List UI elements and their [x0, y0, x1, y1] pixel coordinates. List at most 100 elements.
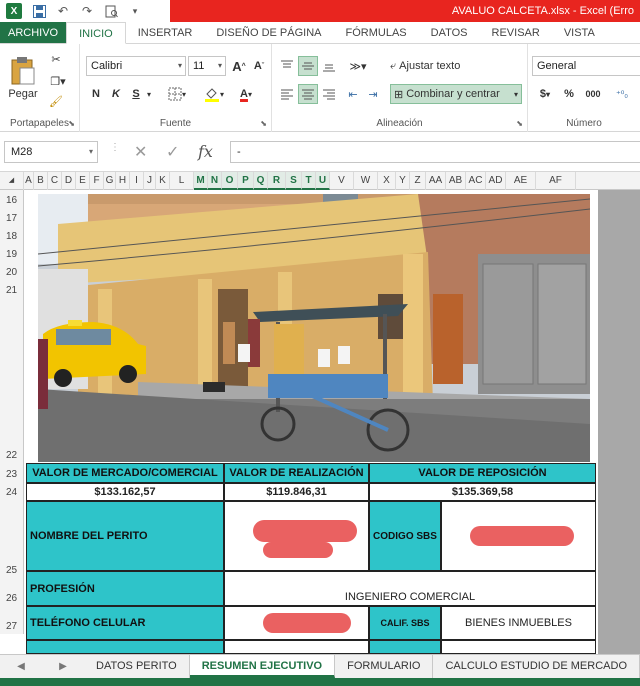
column-header[interactable]: S: [286, 172, 302, 190]
name-box[interactable]: M28 ▾: [4, 141, 98, 163]
column-header[interactable]: V: [330, 172, 354, 190]
row-header[interactable]: 19: [0, 244, 24, 262]
row-header[interactable]: 23: [0, 463, 24, 482]
next-row-label-2[interactable]: [369, 640, 441, 654]
row-header[interactable]: 16: [0, 190, 24, 208]
currency-button[interactable]: $ ▾: [534, 84, 556, 104]
paste-button[interactable]: Pegar: [6, 50, 40, 106]
column-header[interactable]: L: [170, 172, 194, 190]
column-header[interactable]: K: [156, 172, 170, 190]
realization-value[interactable]: $119.846,31: [224, 483, 369, 501]
column-header[interactable]: J: [144, 172, 156, 190]
column-header[interactable]: I: [130, 172, 144, 190]
save-icon[interactable]: [32, 4, 46, 18]
column-header[interactable]: M: [194, 172, 208, 190]
align-right-icon[interactable]: [320, 84, 338, 104]
orientation-icon[interactable]: ≫▾: [344, 56, 372, 76]
row-header[interactable]: 20: [0, 262, 24, 280]
align-left-icon[interactable]: [278, 84, 296, 104]
column-header[interactable]: C: [48, 172, 62, 190]
tab-diseno-pagina[interactable]: DISEÑO DE PÁGINA: [204, 22, 333, 43]
align-middle-icon[interactable]: [298, 56, 318, 76]
copy-icon[interactable]: ❐▾: [46, 72, 70, 90]
row-header[interactable]: 21: [0, 280, 24, 298]
prev-sheet-icon[interactable]: ◀: [17, 661, 25, 672]
cancel-icon[interactable]: ✕: [134, 142, 147, 162]
tab-formulas[interactable]: FÓRMULAS: [334, 22, 419, 43]
row-header[interactable]: 17: [0, 208, 24, 226]
font-launcher-icon[interactable]: ⬊: [260, 119, 267, 128]
sheet-tab-resumen-ejecutivo[interactable]: RESUMEN EJECUTIVO: [189, 655, 336, 678]
fill-color-icon[interactable]: ▾: [200, 84, 228, 104]
align-bottom-icon[interactable]: [320, 56, 338, 76]
thousands-button[interactable]: 000: [582, 84, 604, 104]
tab-datos[interactable]: DATOS: [419, 22, 480, 43]
column-header[interactable]: AA: [426, 172, 446, 190]
formula-input[interactable]: -: [230, 141, 640, 163]
column-header[interactable]: N: [208, 172, 222, 190]
font-name-select[interactable]: Calibri ▾: [86, 56, 186, 76]
replacement-value[interactable]: $135.369,58: [369, 483, 596, 501]
column-header[interactable]: AD: [486, 172, 506, 190]
profession-label[interactable]: PROFESIÓN: [26, 571, 224, 606]
merge-center-button[interactable]: ⊞ Combinar y centrar ▾: [390, 84, 522, 104]
enter-icon[interactable]: ✓: [166, 142, 179, 162]
sbs-code-value[interactable]: [441, 501, 596, 571]
column-header[interactable]: T: [302, 172, 316, 190]
expert-name-label[interactable]: NOMBRE DEL PERITO: [26, 501, 224, 571]
borders-icon[interactable]: ▾: [164, 84, 190, 104]
insert-function-icon[interactable]: fx: [198, 142, 213, 161]
column-header[interactable]: R: [268, 172, 286, 190]
font-color-icon[interactable]: A ▾: [232, 84, 260, 104]
next-row-value-2[interactable]: [441, 640, 596, 654]
row-header[interactable]: 24: [0, 482, 24, 500]
column-header[interactable]: A: [24, 172, 34, 190]
clipboard-launcher-icon[interactable]: ⬊: [68, 119, 75, 128]
expert-name-value[interactable]: [224, 501, 369, 571]
property-photo[interactable]: [38, 194, 590, 462]
column-header[interactable]: Q: [254, 172, 268, 190]
sheet-tab-calculo-estudio-mercado[interactable]: CALCULO ESTUDIO DE MERCADO: [433, 655, 640, 678]
decrease-indent-icon[interactable]: ⇤: [344, 84, 362, 104]
replacement-value-header[interactable]: VALOR DE REPOSICIÓN: [369, 463, 596, 483]
redo-icon[interactable]: ↷: [80, 4, 94, 18]
column-header[interactable]: D: [62, 172, 76, 190]
alignment-launcher-icon[interactable]: ⬊: [516, 119, 523, 128]
market-value-header[interactable]: VALOR DE MERCADO/COMERCIAL: [26, 463, 224, 483]
tab-inicio[interactable]: INICIO: [66, 22, 126, 44]
column-header[interactable]: H: [116, 172, 130, 190]
row-header[interactable]: 26: [0, 578, 24, 606]
next-sheet-icon[interactable]: ▶: [59, 661, 67, 672]
column-header[interactable]: O: [222, 172, 238, 190]
column-header[interactable]: W: [354, 172, 378, 190]
next-row-value[interactable]: [224, 640, 369, 654]
align-center-icon[interactable]: [298, 84, 318, 104]
format-painter-icon[interactable]: 🖌: [46, 92, 66, 110]
increase-decimal-icon[interactable]: ⁺⁰₀: [610, 84, 634, 104]
column-header[interactable]: P: [238, 172, 254, 190]
tab-insertar[interactable]: INSERTAR: [126, 22, 205, 43]
underline-button[interactable]: S: [128, 84, 144, 104]
column-header[interactable]: G: [104, 172, 116, 190]
row-header[interactable]: 22: [0, 298, 24, 463]
row-header[interactable]: 27: [0, 606, 24, 634]
column-header[interactable]: U: [316, 172, 330, 190]
calif-sbs-label[interactable]: CALIF. SBS: [369, 606, 441, 640]
row-header[interactable]: 25: [0, 500, 24, 578]
drag-handle-icon[interactable]: ⋮: [110, 142, 120, 153]
italic-button[interactable]: K: [108, 84, 124, 104]
undo-icon[interactable]: ↶: [56, 4, 70, 18]
column-header[interactable]: F: [90, 172, 104, 190]
tab-vista[interactable]: VISTA: [552, 22, 607, 43]
column-header[interactable]: B: [34, 172, 48, 190]
column-header[interactable]: AB: [446, 172, 466, 190]
print-preview-icon[interactable]: [104, 4, 118, 18]
realization-value-header[interactable]: VALOR DE REALIZACIÓN: [224, 463, 369, 483]
column-header[interactable]: X: [378, 172, 396, 190]
increase-font-icon[interactable]: A ^: [230, 56, 248, 76]
chevron-down-icon[interactable]: ▾: [144, 84, 154, 104]
column-header[interactable]: E: [76, 172, 90, 190]
column-header[interactable]: AE: [506, 172, 536, 190]
sbs-code-label[interactable]: CODIGO SBS: [369, 501, 441, 571]
phone-value[interactable]: [224, 606, 369, 640]
